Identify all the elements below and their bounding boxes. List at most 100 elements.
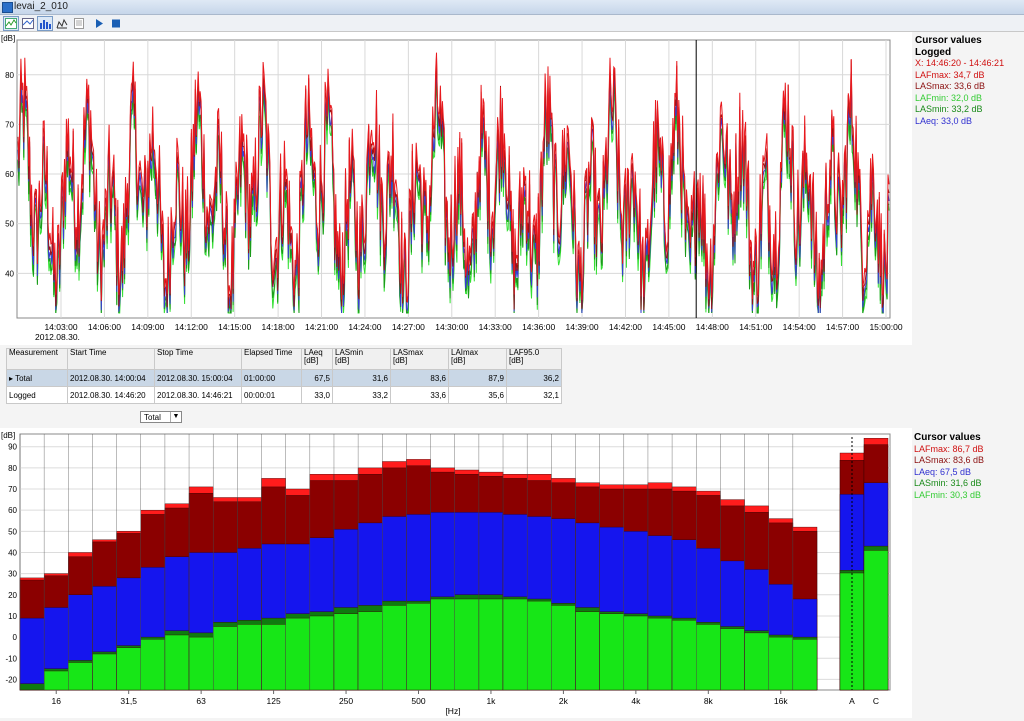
stop-icon[interactable]	[108, 16, 124, 31]
column-header[interactable]: LAImax [dB]	[448, 348, 507, 370]
bar-lafmin	[237, 624, 262, 691]
column-header[interactable]: Start Time	[67, 348, 155, 370]
table-cell: 36,2	[506, 369, 562, 387]
column-header[interactable]: Elapsed Time	[241, 348, 302, 370]
x-tick-label: 14:33:00	[479, 322, 512, 332]
bar-lafmin	[285, 617, 311, 691]
x-tick-label: 4k	[631, 696, 641, 706]
bar-lafmin	[502, 598, 528, 691]
cursor-values-panel-top: Cursor values Logged X: 14:46:20 - 14:46…	[915, 35, 1004, 127]
statistics-view-icon[interactable]	[20, 16, 36, 31]
bar-lafmin	[333, 613, 359, 691]
table-cell: 33,0	[301, 386, 333, 404]
x-tick-label: 500	[411, 696, 425, 706]
measurement-table: Measurement Start Time Stop Time Elapsed Ti…	[6, 348, 562, 404]
table-cell: 00:00:01	[241, 386, 302, 404]
cursor-value-item: LASmin: 33,2 dB	[915, 104, 983, 114]
app-icon	[2, 2, 13, 13]
x-tick-label: 16	[51, 696, 61, 706]
bar-lasmin	[19, 683, 45, 691]
y-tick-label: 90	[8, 443, 17, 452]
table-cell: 2012.08.30. 14:46:21	[154, 386, 242, 404]
weighting-label: A	[849, 696, 855, 706]
cursor-values-panel-bottom: Cursor values LAFmax: 86,7 dB LASmax: 83,…	[914, 432, 984, 501]
cursor-value-bottom-item: LASmax: 83,6 dB	[914, 455, 985, 465]
bar-lafmin	[382, 605, 407, 691]
table-cell: 87,9	[448, 369, 507, 387]
bar-lafmin	[140, 638, 166, 691]
x-tick-label: 14:30:00	[435, 322, 468, 332]
cursor-value-item: X: 14:46:20 - 14:46:21	[915, 58, 1005, 68]
bar-lafmin	[406, 603, 431, 691]
time-history-view-icon[interactable]	[3, 16, 19, 31]
table-row[interactable]: Logged 2012.08.30. 14:46:20 2012.08.30. 14…	[6, 386, 562, 404]
column-header[interactable]: LAeq [dB]	[301, 348, 333, 370]
title-bar: levai_2_010	[0, 0, 1024, 15]
table-cell: 01:00:00	[241, 369, 302, 387]
bar-lafmin	[551, 605, 576, 691]
y-tick-label: 60	[8, 506, 17, 515]
spectrum-source-select[interactable]: Total ▼	[140, 411, 182, 423]
bar-lafmin	[309, 615, 335, 691]
spectrum-chart[interactable]: [dB] -20 -10 0 10 20 30 40 50 60 70 80 90 16 31,5 63 125…	[0, 428, 912, 718]
bar-lafmin	[44, 670, 69, 691]
column-header[interactable]: Stop Time	[154, 348, 242, 370]
play-icon[interactable]	[91, 16, 107, 31]
bar-lafmin	[671, 619, 697, 691]
x-tick-label: 31,5	[120, 696, 137, 706]
cursor-value-item: LAFmin: 32,0 dB	[915, 92, 983, 103]
table-cell: ▸ Total	[6, 369, 68, 387]
table-cell: 2012.08.30. 14:46:20	[67, 386, 155, 404]
weighting-label: C	[873, 696, 879, 706]
column-header[interactable]: LASmax [dB]	[390, 348, 449, 370]
distribution-view-icon[interactable]	[54, 16, 70, 31]
table-cell: 83,6	[390, 369, 449, 387]
y-tick-label: 30	[8, 570, 17, 579]
bar-lafmin	[575, 611, 600, 691]
x-tick-label: 14:42:00	[609, 322, 642, 332]
y-axis-unit: [dB]	[1, 431, 15, 440]
x-tick-label: 14:36:00	[522, 322, 555, 332]
column-header[interactable]: Measurement	[6, 348, 68, 370]
column-header[interactable]: LAF95.0 [dB]	[506, 348, 562, 370]
x-tick-label: 14:39:00	[566, 322, 599, 332]
chevron-down-icon[interactable]: ▼	[170, 412, 181, 422]
x-tick-label: 250	[339, 696, 353, 706]
cursor-value-bottom-item: LAFmax: 86,7 dB	[914, 443, 984, 454]
x-tick-label: 14:45:00	[652, 322, 685, 332]
table-cell: 67,5	[301, 369, 333, 387]
table-cell: 32,1	[506, 386, 562, 404]
report-view-icon[interactable]	[71, 16, 87, 31]
bar-lafmin	[212, 626, 238, 691]
cursor-value-item: LASmax: 33,6 dB	[915, 81, 986, 91]
y-tick-label: 10	[8, 612, 17, 621]
bar-lafmin	[357, 611, 383, 691]
table-cell: 33,2	[332, 386, 391, 404]
y-tick-label: 40	[5, 269, 14, 278]
toolbar	[0, 15, 1024, 32]
cursor-values-title: Cursor values	[915, 35, 982, 46]
x-tick-label: 14:57:00	[826, 322, 859, 332]
y-tick-label: 70	[8, 485, 17, 494]
column-header[interactable]: LASmin [dB]	[332, 348, 391, 370]
y-tick-label: 70	[5, 120, 14, 129]
cursor-values-title-bottom: Cursor values	[914, 432, 981, 443]
bar-lafmin	[792, 638, 818, 691]
bar-lafmin	[188, 636, 214, 691]
spectrum-view-icon[interactable]	[37, 16, 53, 31]
bar-lafmin	[116, 647, 141, 691]
bar-lafmin	[478, 598, 504, 691]
bar-lafmin	[430, 598, 456, 691]
x-tick-label: 14:21:00	[305, 322, 338, 332]
table-header-row: Measurement Start Time Stop Time Elapsed Ti…	[6, 348, 562, 370]
table-row[interactable]: ▸ Total 2012.08.30. 14:00:04 2012.08.30. 1…	[6, 369, 562, 387]
x-tick-label: 8k	[704, 696, 714, 706]
time-history-chart[interactable]: [dB] 40 50 60 70 80 14:03:00 14:06:00 14:09:00 14…	[0, 32, 912, 345]
table-cell: 2012.08.30. 15:00:04	[154, 369, 242, 387]
table-cell: 35,6	[448, 386, 507, 404]
cursor-value-bottom-item: LASmin: 31,6 dB	[914, 478, 982, 488]
cursor-value-bottom-item: LAeq: 67,5 dB	[914, 466, 972, 477]
x-tick-label: 14:48:00	[696, 322, 729, 332]
cursor-value-item: LAFmax: 34,7 dB	[915, 69, 985, 80]
table-cell: 33,6	[390, 386, 449, 404]
